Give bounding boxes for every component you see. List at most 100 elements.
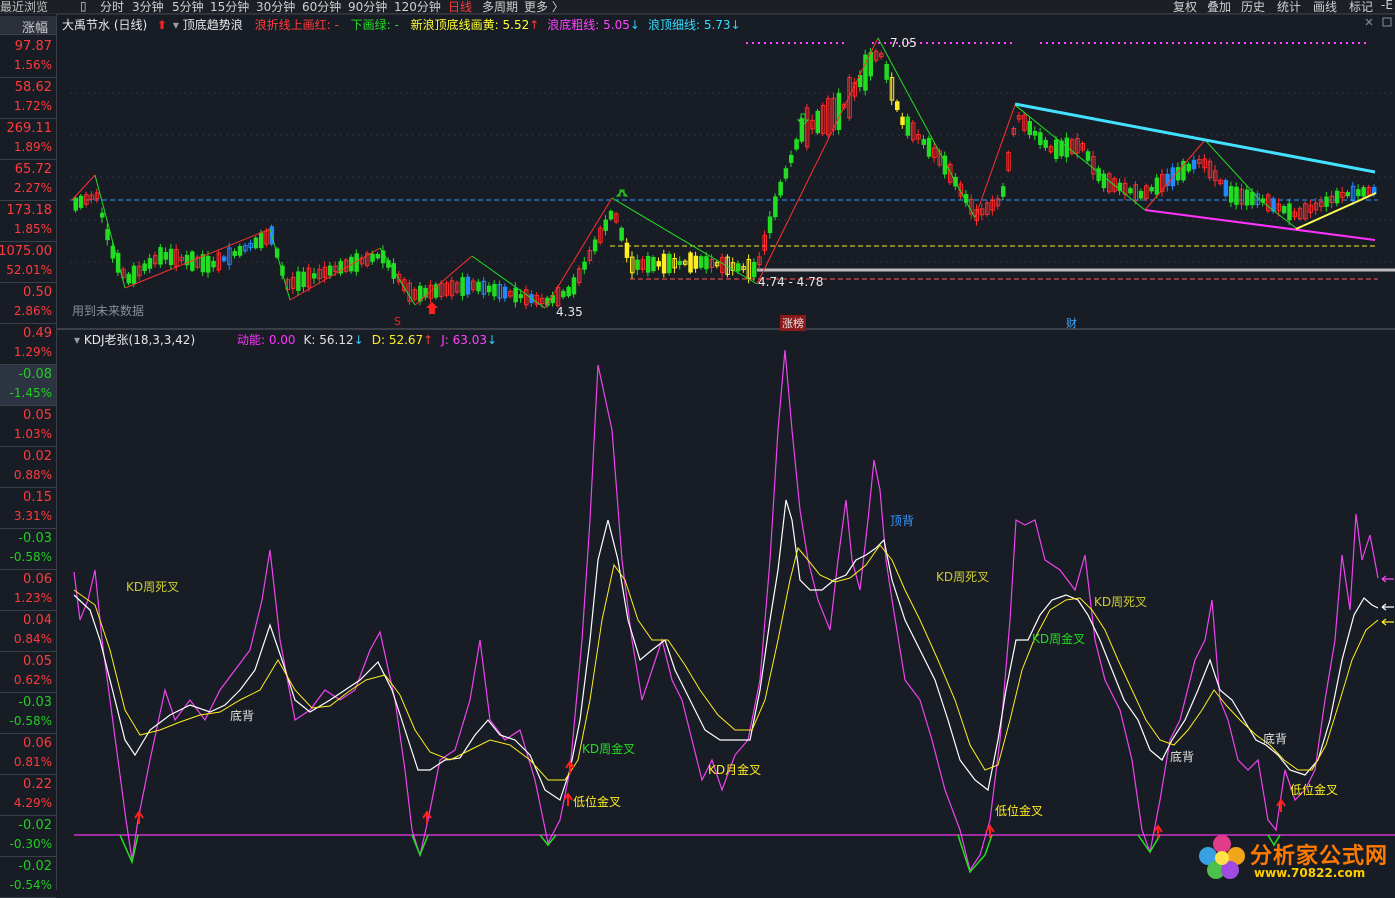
dot-marker — [800, 42, 802, 44]
dot-marker — [1346, 42, 1348, 44]
trend-wave-line — [756, 37, 879, 285]
kdj-dropdown-icon[interactable]: ▾ — [74, 333, 80, 347]
candle-body — [1186, 163, 1191, 172]
candle-body — [1149, 187, 1154, 192]
candle-body — [921, 139, 926, 145]
candle-body — [688, 252, 693, 273]
kdj-legend-value: 52.67 — [385, 333, 424, 347]
candle-body — [794, 139, 799, 150]
price-legend-arrow: ↑ — [529, 18, 540, 32]
dot-marker — [1304, 42, 1306, 44]
kdj-annotation: KD周金叉 — [1032, 632, 1086, 646]
dot-marker — [1256, 42, 1258, 44]
dot-marker — [1160, 42, 1162, 44]
candle-body — [1244, 189, 1250, 206]
candle-body — [253, 237, 259, 249]
dot-marker — [1310, 42, 1312, 44]
candle-body — [1345, 192, 1350, 197]
candle-body — [767, 216, 773, 234]
zhangbang-marker[interactable]: 涨榜 — [780, 315, 806, 331]
dot-marker — [818, 42, 820, 44]
candle-body — [608, 210, 614, 220]
candle-body — [1001, 186, 1006, 197]
candle-body — [327, 265, 333, 276]
candle-body — [486, 285, 492, 293]
candle-body — [1043, 139, 1048, 148]
trend-wave-line — [379, 247, 416, 306]
candle-body — [561, 290, 566, 298]
stock-title[interactable]: 大禹节水 (日线) — [62, 18, 147, 32]
candle-body — [131, 265, 137, 284]
dot-marker — [1130, 42, 1132, 44]
dot-marker — [836, 42, 838, 44]
kdj-annotation: 底背 — [1170, 750, 1195, 764]
candle-body — [296, 271, 301, 291]
dot-marker — [962, 42, 964, 44]
price-legend-arrow: ↓ — [629, 18, 640, 32]
dot-marker — [752, 42, 754, 44]
candle-body — [1281, 205, 1287, 214]
dot-marker — [1316, 42, 1318, 44]
window-icon — [1382, 17, 1392, 27]
candle-body — [232, 251, 237, 256]
indicator-name[interactable]: 顶底趋势浪 — [183, 18, 243, 32]
price-legend-label: 下画绿: — [350, 18, 391, 32]
kdj-annotation: 底背 — [230, 709, 255, 723]
dot-marker — [1064, 42, 1066, 44]
dot-marker — [1076, 42, 1078, 44]
low-price-label: 4.35 — [556, 305, 583, 319]
dot-marker — [932, 42, 934, 44]
candle-body — [704, 256, 709, 270]
candle-body — [476, 281, 481, 292]
dot-marker — [812, 42, 814, 44]
kdj-legend-label: J: — [441, 333, 449, 347]
price-legend-label: 浪折线上画红: — [254, 18, 331, 32]
candle-body — [1324, 196, 1329, 207]
cai-marker[interactable]: 财 — [1066, 315, 1077, 331]
candle-body — [778, 181, 783, 196]
close-icon — [1365, 18, 1373, 26]
dot-marker — [1328, 42, 1330, 44]
candle-body — [1138, 190, 1144, 199]
candle-body — [78, 195, 84, 208]
sell-arrow-icon — [615, 189, 629, 197]
candle-body — [142, 263, 147, 272]
kdj-legend-label: 动能: — [236, 333, 265, 347]
candle-body — [895, 101, 900, 111]
candle-body — [1027, 121, 1032, 135]
dot-marker — [782, 42, 784, 44]
kdj-legend-arrow: ↓ — [487, 333, 498, 347]
dot-marker — [1262, 42, 1264, 44]
dot-marker — [950, 42, 952, 44]
trend-wave-line — [877, 37, 976, 219]
dot-marker — [1178, 42, 1180, 44]
candle-body — [206, 255, 211, 273]
kdj-annotation: KD周金叉 — [582, 742, 636, 756]
dot-marker — [1052, 42, 1054, 44]
kdj-annotation: 底背 — [1263, 732, 1288, 746]
candle-body — [619, 227, 624, 241]
kdj-annotation: 顶背 — [890, 514, 915, 528]
dot-marker — [1166, 42, 1168, 44]
kdj-panel-header: ▾ KDJ老张(18,3,3,42) 动能: 0.00 K: 56.12↓ D: 5… — [74, 331, 497, 348]
dot-marker — [1190, 42, 1192, 44]
candle-body — [375, 253, 381, 259]
candle-body — [677, 260, 683, 266]
dot-marker — [830, 42, 832, 44]
trend-wave-line — [471, 255, 546, 309]
dot-marker — [1004, 42, 1006, 44]
dot-marker — [764, 42, 766, 44]
dot-marker — [1358, 42, 1360, 44]
dot-marker — [1124, 42, 1126, 44]
dot-marker — [1208, 42, 1210, 44]
dot-marker — [1184, 42, 1186, 44]
price-legend-label: 浪顶细线: — [647, 18, 700, 32]
candle-body — [221, 256, 227, 262]
d-pointer-icon — [1381, 618, 1394, 626]
indicator-dropdown-icon[interactable]: ▾ — [173, 18, 179, 32]
watermark-url: www.70822.com — [1254, 866, 1366, 880]
candle-body — [698, 256, 704, 268]
future-data-note: 用到未来数据 — [72, 304, 145, 318]
kdj-title[interactable]: KDJ老张(18,3,3,42) — [84, 333, 195, 347]
dot-marker — [794, 42, 796, 44]
